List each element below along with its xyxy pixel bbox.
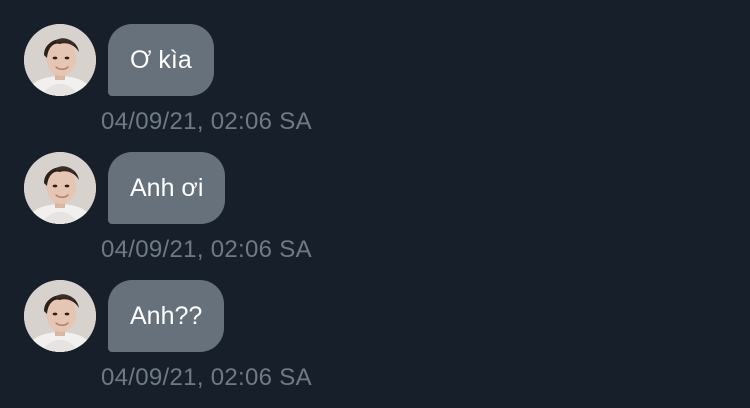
chat-thread: Ơ kìa 04/09/21, 02:06 SA Anh ơi 04/09/21…: [0, 0, 750, 405]
message-row: Anh ơi 04/09/21, 02:06 SA: [0, 152, 750, 280]
avatar-photo-icon: [24, 280, 96, 352]
message-bubble[interactable]: Anh ơi: [108, 152, 226, 224]
message-row: Ơ kìa 04/09/21, 02:06 SA: [0, 24, 750, 152]
message-row: Anh?? 04/09/21, 02:06 SA: [0, 280, 750, 408]
message-timestamp: 04/09/21, 02:06 SA: [101, 236, 312, 263]
avatar[interactable]: [24, 280, 96, 352]
message-timestamp: 04/09/21, 02:06 SA: [101, 108, 312, 135]
message-bubble[interactable]: Ơ kìa: [108, 24, 214, 96]
avatar-photo-icon: [24, 152, 96, 224]
message-timestamp: 04/09/21, 02:06 SA: [101, 364, 312, 391]
avatar-photo-icon: [24, 24, 96, 96]
message-bubble[interactable]: Anh??: [108, 280, 225, 352]
avatar[interactable]: [24, 24, 96, 96]
avatar[interactable]: [24, 152, 96, 224]
